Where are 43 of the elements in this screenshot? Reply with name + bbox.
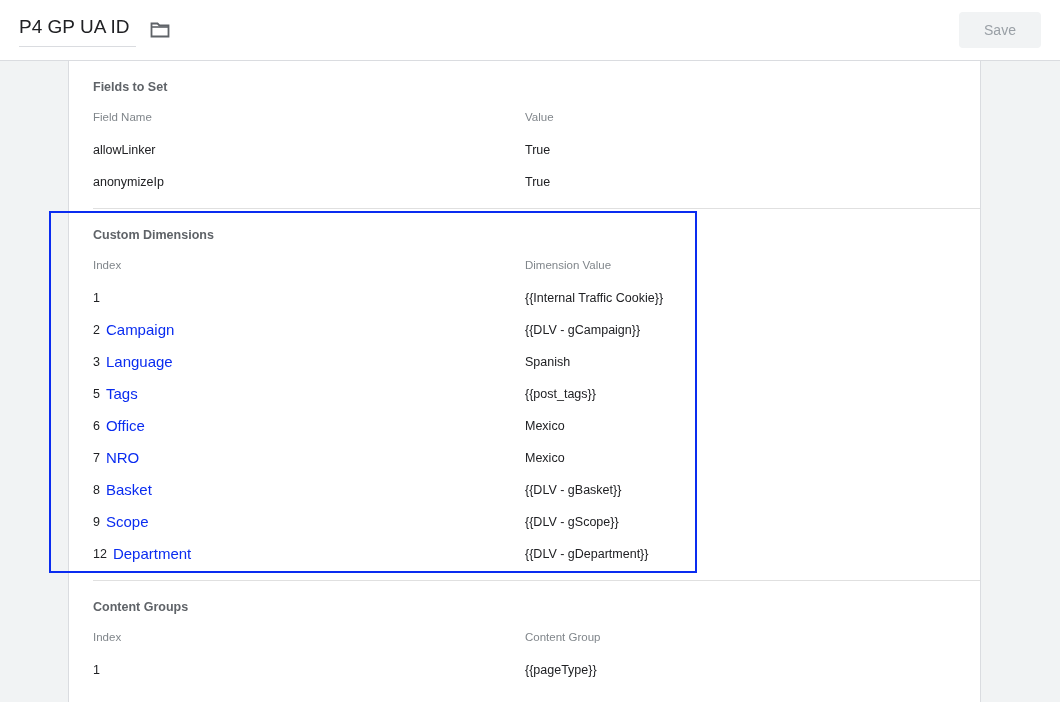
table-cell-text: 1 <box>93 289 100 307</box>
table-cell-text: {{DLV - gScope}} <box>525 513 619 531</box>
folder-icon[interactable] <box>149 22 170 38</box>
section-title: Custom Dimensions <box>93 227 215 244</box>
annotation-label: Department <box>112 543 192 564</box>
annotation-label: Campaign <box>105 319 175 340</box>
table-cell-text: 2 <box>93 321 100 339</box>
annotation-label: Language <box>105 351 173 372</box>
table-cell-text: 3 <box>93 353 100 371</box>
table-cell-text: {{post_tags}} <box>525 385 596 403</box>
table-cell-text: {{DLV - gDepartment}} <box>525 545 649 563</box>
table-cell-text: {{DLV - gBasket}} <box>525 481 622 499</box>
section-title: Fields to Set <box>93 79 169 96</box>
table-cell-text: {{DLV - gCampaign}} <box>525 321 641 339</box>
column-header: Dimension Value <box>525 258 612 274</box>
annotation-label: Office <box>105 415 145 436</box>
tag-name-field[interactable]: P4 GP UA ID <box>19 13 136 47</box>
column-header: Content Group <box>525 630 601 646</box>
table-cell-text: 1 <box>93 661 100 679</box>
table-cell-text: True <box>525 141 551 159</box>
table-cell-text: 5 <box>93 385 100 403</box>
section-title: Content Groups <box>93 599 190 616</box>
table-cell-text: {{pageType}} <box>525 661 597 679</box>
table-cell-text: anonymizeIp <box>93 173 164 191</box>
table-cell-text: {{Internal Traffic Cookie}} <box>525 289 664 307</box>
column-header: Index <box>93 258 123 274</box>
table-cell-text: Spanish <box>525 353 571 371</box>
table-cell-text: 6 <box>93 417 100 435</box>
column-header: Index <box>93 630 123 646</box>
annotation-label: NRO <box>105 447 140 468</box>
table-cell-text: 9 <box>93 513 100 531</box>
column-header: Field Name <box>93 110 153 126</box>
table-cell-text: 7 <box>93 449 100 467</box>
annotation-label: Basket <box>105 479 152 500</box>
table-cell-text: Mexico <box>525 449 565 467</box>
table-cell-text: Mexico <box>525 417 565 435</box>
annotation-label: Tags <box>105 383 138 404</box>
table-cell-text: allowLinker <box>93 141 156 159</box>
table-cell-text: True <box>525 173 551 191</box>
column-header: Value <box>525 110 554 126</box>
table-cell-text: 8 <box>93 481 100 499</box>
annotation-label: Scope <box>105 511 149 532</box>
table-cell-text: 12 <box>93 545 107 563</box>
